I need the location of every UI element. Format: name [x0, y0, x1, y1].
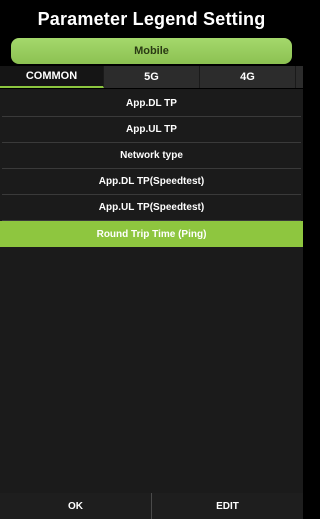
- list-item-app-dl-tp-speedtest[interactable]: App.DL TP(Speedtest): [2, 169, 301, 195]
- tab-common[interactable]: COMMON: [0, 66, 104, 88]
- edit-button[interactable]: EDIT: [152, 493, 303, 519]
- list-item-app-dl-tp[interactable]: App.DL TP: [2, 91, 301, 117]
- list-item-app-ul-tp-speedtest[interactable]: App.UL TP(Speedtest): [2, 195, 301, 221]
- list-item-app-ul-tp[interactable]: App.UL TP: [2, 117, 301, 143]
- tab-5g[interactable]: 5G: [104, 66, 200, 88]
- tab-bar: COMMON 5G 4G: [0, 66, 303, 88]
- tab-overflow[interactable]: [296, 66, 303, 88]
- list-item-network-type[interactable]: Network type: [2, 143, 301, 169]
- bottom-action-bar: OK EDIT: [0, 493, 303, 519]
- mobile-network-button[interactable]: Mobile: [11, 38, 292, 64]
- list-item-round-trip-time-selected[interactable]: Round Trip Time (Ping): [0, 221, 303, 247]
- ok-button[interactable]: OK: [0, 493, 152, 519]
- tab-4g[interactable]: 4G: [200, 66, 296, 88]
- parameter-legend-screen: Parameter Legend Setting Mobile COMMON 5…: [0, 0, 303, 519]
- parameter-list: App.DL TP App.UL TP Network type App.DL …: [0, 89, 303, 493]
- page-title: Parameter Legend Setting: [37, 8, 266, 29]
